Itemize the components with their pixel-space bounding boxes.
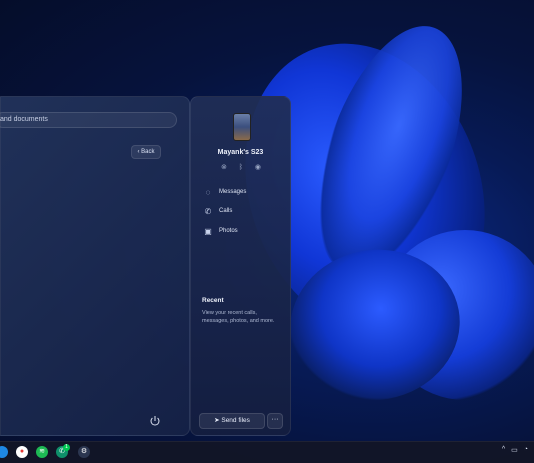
- spotify-icon[interactable]: ≋: [36, 446, 48, 458]
- menu-item-messages[interactable]: ◌ Messages: [203, 186, 247, 198]
- power-icon[interactable]: [149, 415, 161, 427]
- recent-description: View your recent calls, messages, photos…: [202, 310, 275, 324]
- bluetooth-icon: ᛒ: [238, 163, 243, 171]
- display-icon[interactable]: ▭: [511, 446, 518, 454]
- close-icon[interactable]: ⊗: [221, 163, 227, 171]
- send-files-label: Send files: [221, 417, 250, 424]
- menu-item-label: Messages: [219, 189, 247, 195]
- wifi-icon[interactable]: ◔: [524, 446, 528, 454]
- back-button[interactable]: ‹ Back: [131, 145, 161, 159]
- recent-heading: Recent: [202, 297, 224, 304]
- taskbar: ● ≋ ✆ 1 ⚙ ^ ▭ ◔: [0, 441, 534, 463]
- menu-item-photos[interactable]: ▣ Photos: [203, 225, 238, 237]
- search-input[interactable]: and documents: [0, 112, 177, 128]
- send-files-button[interactable]: ➤ Send files: [199, 413, 265, 429]
- menu-item-label: Photos: [219, 228, 238, 234]
- phone-icon: ✆: [204, 206, 212, 216]
- menu-item-label: Calls: [219, 208, 233, 214]
- more-options-button[interactable]: ···: [267, 413, 283, 429]
- send-icon: ➤: [214, 417, 220, 424]
- back-label: Back: [141, 149, 155, 155]
- app-icon[interactable]: [0, 446, 8, 458]
- messages-icon: ◌: [205, 187, 211, 197]
- chevron-up-icon[interactable]: ^: [502, 446, 505, 454]
- device-status-row: ⊗ ᛒ ◉: [221, 162, 261, 172]
- system-tray: ^ ▭ ◔: [502, 446, 528, 454]
- device-name: Mayank's S23: [217, 149, 264, 156]
- phone-image: [233, 113, 251, 141]
- start-menu-panel: and documents ‹ Back: [0, 96, 190, 436]
- chrome-icon[interactable]: ●: [16, 446, 28, 458]
- menu-item-calls[interactable]: ✆ Calls: [203, 205, 233, 217]
- notification-badge: 1: [63, 444, 70, 451]
- phone-link-panel: Mayank's S23 ⊗ ᛒ ◉ ◌ Messages ✆ Calls ▣ …: [190, 96, 291, 436]
- visibility-icon: ◉: [254, 164, 261, 171]
- settings-icon[interactable]: ⚙: [78, 446, 90, 458]
- photos-icon: ▣: [204, 226, 212, 236]
